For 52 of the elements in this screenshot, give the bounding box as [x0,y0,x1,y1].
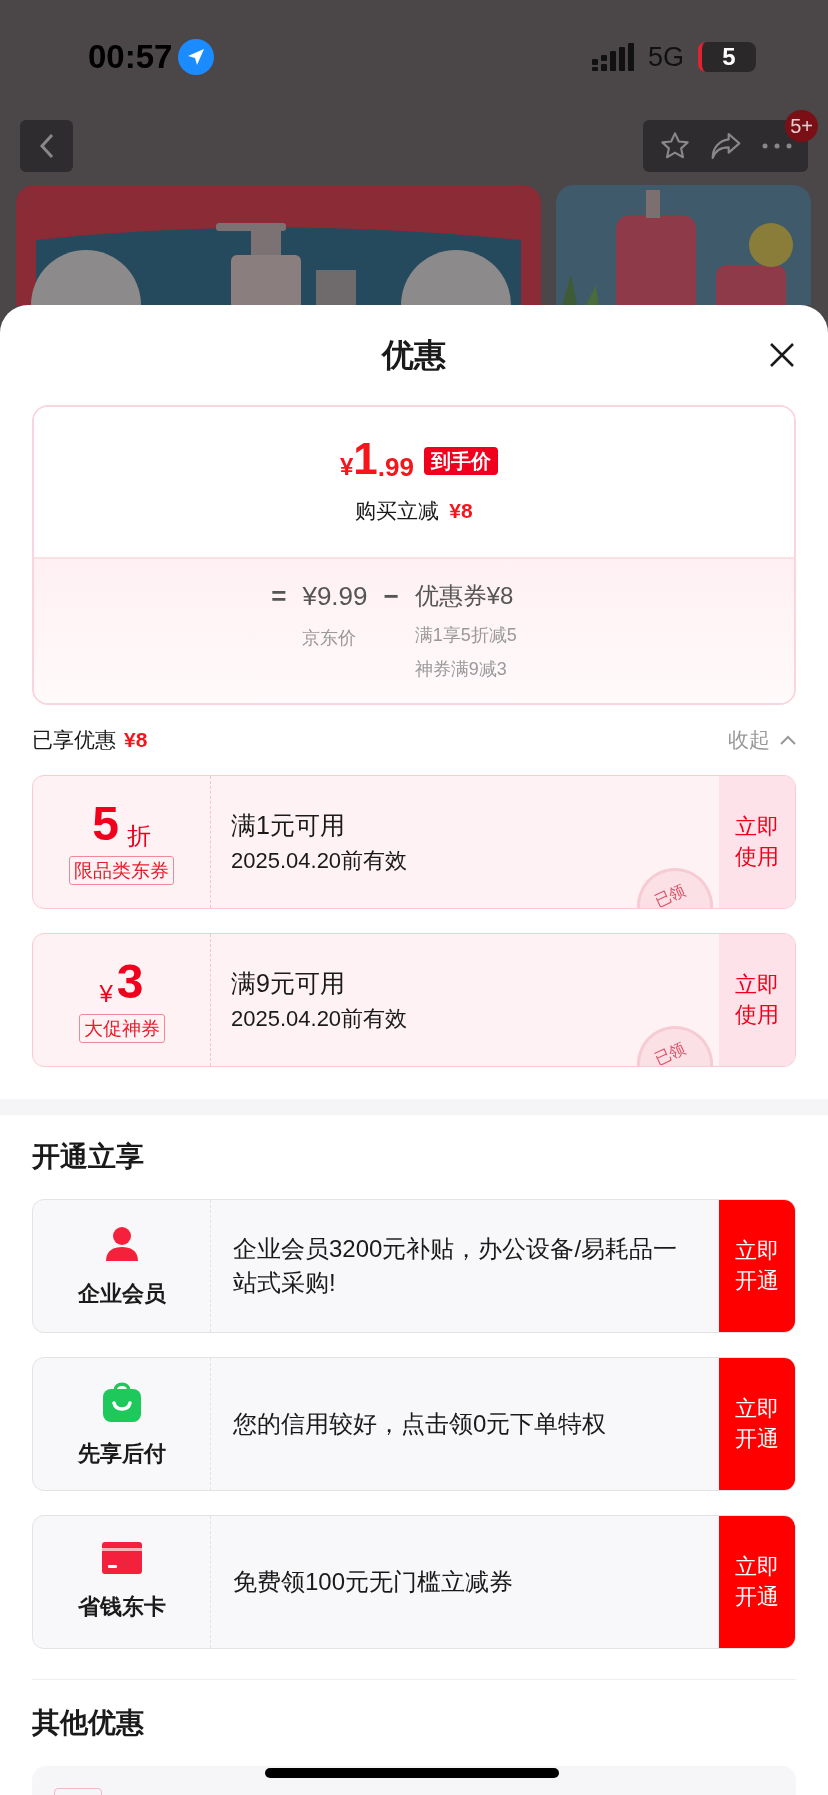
coupon-value: 5 [92,799,119,848]
activate-button[interactable]: 立即开通 [719,1358,795,1490]
jd-price-label: 京东价 [302,627,358,650]
coupon-tag: 大促神券 [78,1013,165,1043]
section-title: 其他优惠 [32,1706,144,1740]
offer-name: 先享后付 [77,1439,166,1468]
price-currency: ¥ [340,455,354,480]
network-label: 5G [647,40,684,74]
collapse-button[interactable]: 收起 [728,724,796,756]
jd-price: ¥9.99 [302,580,368,613]
reduction-amount: ¥8 [449,498,473,525]
coupon-unit: 折 [126,823,151,848]
coupon-expiry: 2025.04.20前有效 [231,1007,409,1030]
offer-description: 您的信用较好，点击领0元下单特权 [233,1409,607,1439]
price-integer: 1 [353,437,378,482]
coupon-condition: 满9元可用 [231,970,346,996]
coupon-condition: 满1元可用 [231,812,346,838]
coupon-unit: ¥ [99,981,113,1006]
coupon-detail: 神券满9减3 [414,658,508,681]
offer-description: 企业会员3200元补贴，办公设备/易耗品一站式采购! [233,1234,679,1298]
activate-button[interactable]: 立即开通 [719,1200,795,1332]
coupon-total: 优惠券¥8 [414,581,515,611]
offer-description: 免费领100元无门槛立减券 [233,1567,514,1597]
use-now-button[interactable]: 立即使用 [719,934,795,1066]
offer-name: 企业会员 [77,1279,166,1308]
more-icon[interactable] [762,143,793,149]
coupon-value: 3 [116,957,144,1006]
location-icon [178,39,215,75]
battery-indicator: 5 [698,42,756,72]
coupon-tag: 限品类东券 [69,855,174,885]
minus-sign: − [383,580,399,613]
use-now-button[interactable]: 立即使用 [719,776,795,908]
enjoyed-label: 已享优惠 [32,727,116,754]
card-icon [101,1541,142,1576]
offer-name: 省钱东卡 [77,1592,166,1621]
chevron-up-icon [780,735,796,745]
activate-button[interactable]: 立即开通 [719,1516,795,1648]
section-title: 开通立享 [32,1140,144,1174]
back-button[interactable] [20,120,73,172]
final-price-tag: 到手价 [424,447,498,476]
sheet-title: 优惠 [382,336,446,375]
equals-sign: = [271,580,287,613]
close-icon [769,342,795,368]
price-decimal: .99 [377,454,414,481]
coupon-detail: 满1享5折减5 [414,624,517,647]
reduction-label: 购买立减 [355,498,440,525]
enjoyed-amount: ¥8 [124,727,148,754]
share-icon[interactable] [710,131,743,161]
signal-icon [591,43,634,71]
notification-badge: 5+ [785,110,818,142]
coupon-expiry: 2025.04.20前有效 [231,849,409,872]
status-time: 00:57 [88,37,173,78]
